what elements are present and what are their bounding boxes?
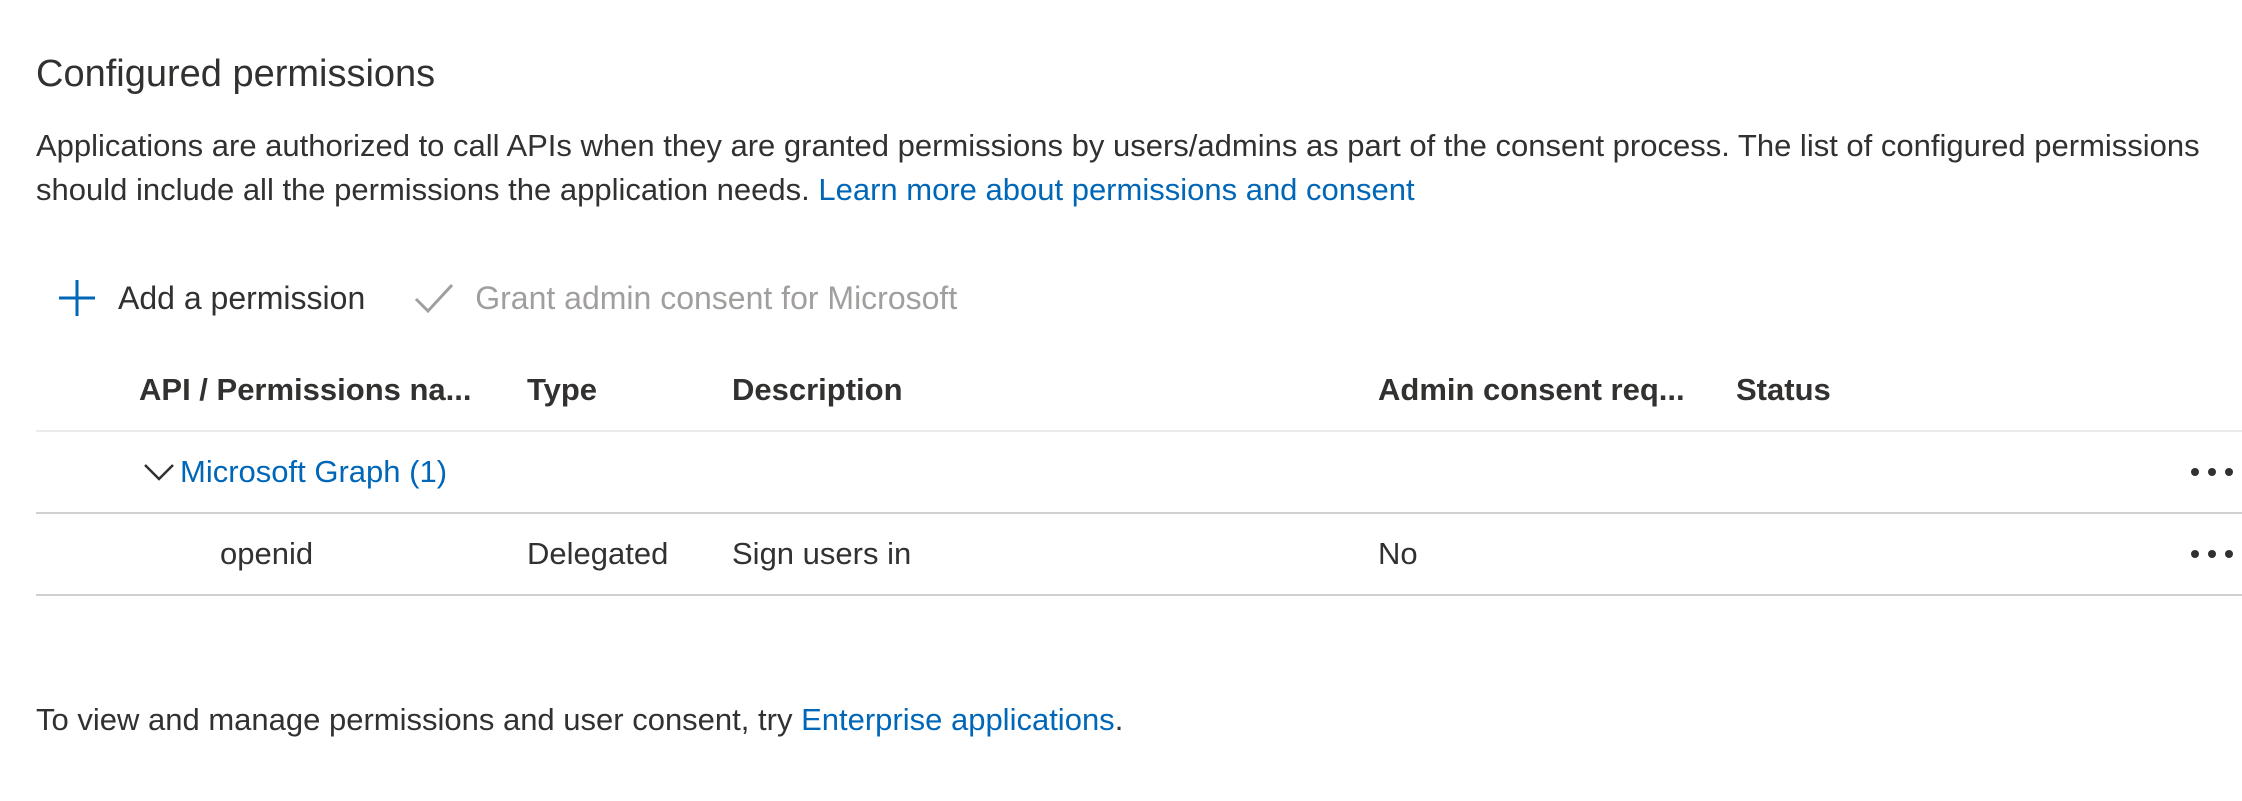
group-more-actions-button[interactable] <box>2182 432 2242 512</box>
learn-more-link[interactable]: Learn more about permissions and consent <box>818 172 1414 207</box>
enterprise-applications-link[interactable]: Enterprise applications <box>801 702 1115 737</box>
footer-note: To view and manage permissions and user … <box>36 698 1123 742</box>
column-header-api[interactable]: API / Permissions na... <box>139 350 509 430</box>
grant-admin-consent-label: Grant admin consent for Microsoft <box>475 279 958 316</box>
column-header-description[interactable]: Description <box>732 350 1352 430</box>
footer-text: To view and manage permissions and user … <box>36 702 802 737</box>
section-title: Configured permissions <box>36 53 436 95</box>
more-icon <box>2191 468 2233 476</box>
row-more-actions-button[interactable] <box>2182 514 2242 594</box>
permission-status <box>1736 514 2036 594</box>
command-bar: Add a permission Grant admin consent for… <box>36 270 977 326</box>
configured-permissions-page: Configured permissions Applications are … <box>36 0 2242 801</box>
add-permission-button[interactable]: Add a permission <box>36 270 385 326</box>
column-header-status[interactable]: Status <box>1736 350 2036 430</box>
column-header-type[interactable]: Type <box>527 350 707 430</box>
grant-admin-consent-button[interactable]: Grant admin consent for Microsoft <box>385 270 977 326</box>
group-label-link[interactable]: Microsoft Graph (1) <box>180 432 447 512</box>
section-description: Applications are authorized to call APIs… <box>36 124 2216 212</box>
permission-description: Sign users in <box>732 536 912 571</box>
permission-admin-consent: No <box>1378 536 1418 571</box>
table-row: openid Delegated Sign users in No <box>36 514 2242 596</box>
permissions-table: API / Permissions na... Type Description… <box>36 350 2242 596</box>
add-permission-label: Add a permission <box>118 279 366 316</box>
plus-icon <box>59 280 95 316</box>
group-toggle[interactable]: Microsoft Graph (1) <box>142 432 447 512</box>
permission-name-link[interactable]: openid <box>220 514 313 594</box>
table-header: API / Permissions na... Type Description… <box>36 350 2242 432</box>
permission-type: Delegated <box>527 536 669 571</box>
footer-period: . <box>1114 702 1124 737</box>
column-header-admin-consent[interactable]: Admin consent req... <box>1378 350 1718 430</box>
chevron-down-icon <box>144 464 174 481</box>
group-row-microsoft-graph: Microsoft Graph (1) <box>36 432 2242 514</box>
checkmark-icon <box>415 283 454 314</box>
more-icon <box>2191 550 2233 558</box>
